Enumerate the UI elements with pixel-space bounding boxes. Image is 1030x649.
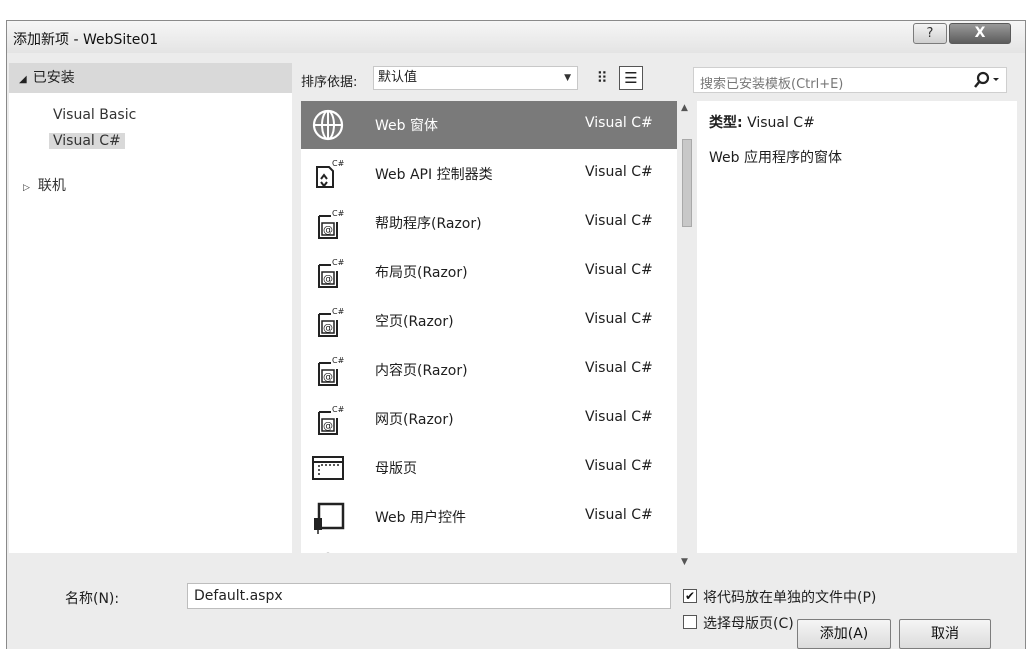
svg-text:@: @ <box>323 225 333 236</box>
title-bar: 添加新项 - WebSite01 ? X <box>7 21 1025 53</box>
razor-page-icon: @ C# <box>318 258 345 288</box>
template-language: Visual C# <box>585 360 653 376</box>
razor-page-icon: @ C# <box>318 356 345 386</box>
select-master-page-checkbox[interactable] <box>683 615 697 629</box>
template-language: Visual C# <box>585 164 653 180</box>
sort-dropdown[interactable]: 默认值 ▼ <box>373 66 578 90</box>
globe-icon <box>312 109 344 141</box>
expand-triangle-icon: ▷ <box>23 183 30 193</box>
razor-page-icon: @ C# <box>318 209 345 239</box>
scroll-up-arrow-icon[interactable]: ▲ <box>681 103 688 113</box>
template-row-helper-razor[interactable]: @ C# 帮助程序(Razor) Visual C# <box>301 199 677 247</box>
tree-item-visual-csharp[interactable]: Visual C# <box>49 133 125 149</box>
template-row-partial[interactable] <box>301 542 677 553</box>
sort-label: 排序依据: <box>301 75 358 90</box>
installed-header[interactable]: ◢ 已安装 <box>9 63 292 93</box>
type-value: Visual C# <box>747 115 815 131</box>
template-row-master-page[interactable]: 母版页 Visual C# <box>301 444 677 492</box>
online-label: 联机 <box>37 178 66 194</box>
list-view-icon[interactable]: ☰ <box>619 66 643 90</box>
template-language: Visual C# <box>585 458 653 474</box>
dialog-title: 添加新项 - WebSite01 <box>13 32 159 48</box>
dropdown-arrow-icon: ▼ <box>564 73 571 83</box>
small-icons-view-icon[interactable]: ⠿ <box>591 67 613 89</box>
template-language: Visual C# <box>585 115 653 131</box>
template-name: 空页(Razor) <box>375 314 454 330</box>
svg-text:@: @ <box>323 323 333 334</box>
search-installed-templates[interactable]: 搜索已安装模板(Ctrl+E) <box>693 67 1007 93</box>
template-row-web-user-control[interactable]: Web 用户控件 Visual C# <box>301 493 677 541</box>
cancel-button[interactable]: 取消 <box>899 619 991 649</box>
sort-value: 默认值 <box>378 70 418 85</box>
template-language: Visual C# <box>585 311 653 327</box>
template-language: Visual C# <box>585 507 653 523</box>
user-control-icon <box>314 502 345 534</box>
svg-text:C#: C# <box>332 159 345 168</box>
template-list-scrollbar[interactable]: ▲ ▼ <box>679 103 695 573</box>
template-row-web-page-razor[interactable]: @ C# 网页(Razor) Visual C# <box>301 395 677 443</box>
name-label: 名称(N): <box>65 591 120 607</box>
template-language: Visual C# <box>585 262 653 278</box>
close-button[interactable]: X <box>949 23 1011 44</box>
template-list: Web 窗体 Visual C# C# Web API 控制器类 Visual … <box>301 101 677 553</box>
template-row-content-razor[interactable]: @ C# 内容页(Razor) Visual C# <box>301 346 677 394</box>
template-description: Web 应用程序的窗体 <box>709 150 842 166</box>
tree-item-visual-basic[interactable]: Visual Basic <box>53 107 136 123</box>
category-pane: ◢ 已安装 Visual Basic Visual C# ▷ 联机 <box>9 63 292 553</box>
template-name: 帮助程序(Razor) <box>375 216 482 232</box>
installed-label: 已安装 <box>32 70 75 86</box>
separate-code-checkbox[interactable]: ✔ <box>683 589 697 603</box>
template-name: 布局页(Razor) <box>375 265 468 281</box>
svg-text:C#: C# <box>332 209 345 218</box>
svg-text:C#: C# <box>332 356 345 365</box>
scroll-thumb[interactable] <box>682 139 692 227</box>
collapse-triangle-icon: ◢ <box>19 74 27 85</box>
sort-bar: 排序依据: 默认值 ▼ ⠿ ☰ <box>301 65 646 93</box>
name-input[interactable] <box>187 583 671 609</box>
add-new-item-dialog: 添加新项 - WebSite01 ? X ◢ 已安装 Visual Basic V… <box>6 20 1026 649</box>
svg-text:C#: C# <box>332 307 345 316</box>
add-button[interactable]: 添加(A) <box>797 619 891 649</box>
help-button[interactable]: ? <box>913 23 947 44</box>
partial-template-icon <box>326 552 330 553</box>
template-row-layout-razor[interactable]: @ C# 布局页(Razor) Visual C# <box>301 248 677 296</box>
tree-item-online[interactable]: ▷ 联机 <box>23 175 66 195</box>
template-type: 类型: Visual C# <box>709 112 815 132</box>
template-name: Web API 控制器类 <box>375 167 493 183</box>
type-label: 类型: <box>709 115 743 131</box>
razor-page-icon: @ C# <box>318 307 345 337</box>
template-row-empty-razor[interactable]: @ C# 空页(Razor) Visual C# <box>301 297 677 345</box>
separate-code-label: 将代码放在单独的文件中(P) <box>703 590 877 606</box>
template-name: 内容页(Razor) <box>375 363 468 379</box>
template-name: 母版页 <box>375 461 417 477</box>
svg-text:@: @ <box>323 421 333 432</box>
web-api-controller-icon: C# <box>316 159 345 188</box>
scroll-down-arrow-icon[interactable]: ▼ <box>681 557 688 567</box>
template-name: Web 用户控件 <box>375 510 466 526</box>
master-page-icon <box>312 456 344 480</box>
template-language: Visual C# <box>585 409 653 425</box>
svg-text:@: @ <box>323 372 333 383</box>
template-row-web-api-controller[interactable]: C# Web API 控制器类 Visual C# <box>301 150 677 198</box>
template-name: 网页(Razor) <box>375 412 454 428</box>
template-name: Web 窗体 <box>375 118 438 134</box>
search-icon[interactable] <box>972 70 1002 90</box>
select-master-page-label: 选择母版页(C) <box>703 616 794 632</box>
template-details-pane: 类型: Visual C# Web 应用程序的窗体 <box>697 101 1017 553</box>
svg-text:C#: C# <box>332 405 345 414</box>
template-row-web-form[interactable]: Web 窗体 Visual C# <box>301 101 677 149</box>
search-placeholder: 搜索已安装模板(Ctrl+E) <box>700 77 844 92</box>
svg-text:C#: C# <box>332 258 345 267</box>
template-language: Visual C# <box>585 213 653 229</box>
svg-text:@: @ <box>323 274 333 285</box>
razor-page-icon: @ C# <box>318 405 345 435</box>
